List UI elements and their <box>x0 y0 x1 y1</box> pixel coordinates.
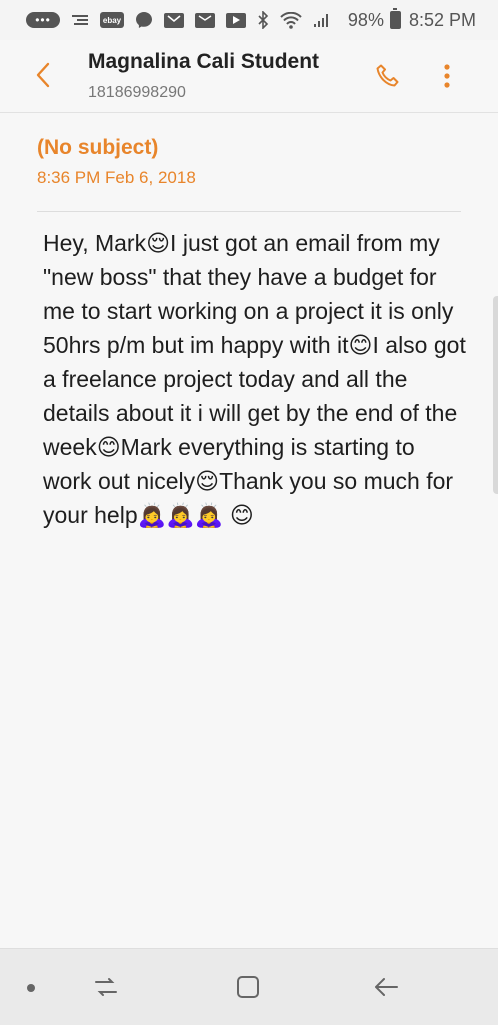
phone-icon <box>376 64 399 87</box>
back-nav-button[interactable] <box>366 969 406 1005</box>
email-icon <box>195 12 215 28</box>
gmail-icon <box>164 12 184 28</box>
back-button[interactable] <box>28 60 58 90</box>
navigation-bar <box>0 948 498 1025</box>
more-options-button[interactable] <box>432 58 462 94</box>
wifi-icon <box>280 11 302 29</box>
conversation-header: Magnalina Cali Student 18186998290 <box>0 40 498 113</box>
call-button[interactable] <box>370 58 406 94</box>
ebay-icon: ebay <box>100 12 124 28</box>
message-subject: (No subject) <box>37 136 159 159</box>
recent-apps-icon <box>95 978 117 996</box>
home-icon <box>237 976 259 998</box>
scrollbar-handle[interactable] <box>493 296 498 494</box>
battery-icon <box>389 8 401 29</box>
bluetooth-icon <box>257 11 269 29</box>
message-timestamp: 8:36 PM Feb 6, 2018 <box>37 168 196 187</box>
youtube-icon <box>226 12 246 28</box>
divider <box>37 211 461 212</box>
status-bar: ••• ebay 98% 8:52 PM <box>0 0 498 40</box>
message-body: Hey, Mark😌I just got an email from my "n… <box>43 230 466 528</box>
more-vertical-icon <box>444 64 450 88</box>
messenger-icon <box>135 11 153 29</box>
battery-percentage: 98% <box>347 9 384 30</box>
more-notifications-icon: ••• <box>26 12 60 28</box>
signal-icon <box>313 12 331 28</box>
clock: 8:52 PM <box>408 9 476 30</box>
status-right: 98% 8:52 PM <box>348 0 476 40</box>
chevron-left-icon <box>36 62 50 88</box>
nfc-icon <box>71 13 89 27</box>
home-button[interactable] <box>228 969 268 1005</box>
recent-apps-button[interactable] <box>86 969 126 1005</box>
back-arrow-icon <box>375 978 398 996</box>
contact-name: Magnalina Cali Student <box>88 50 320 73</box>
notification-icons: ••• ebay <box>0 0 331 40</box>
nav-bar-toggle-dot[interactable] <box>27 984 35 992</box>
contact-number: 18186998290 <box>88 84 186 101</box>
